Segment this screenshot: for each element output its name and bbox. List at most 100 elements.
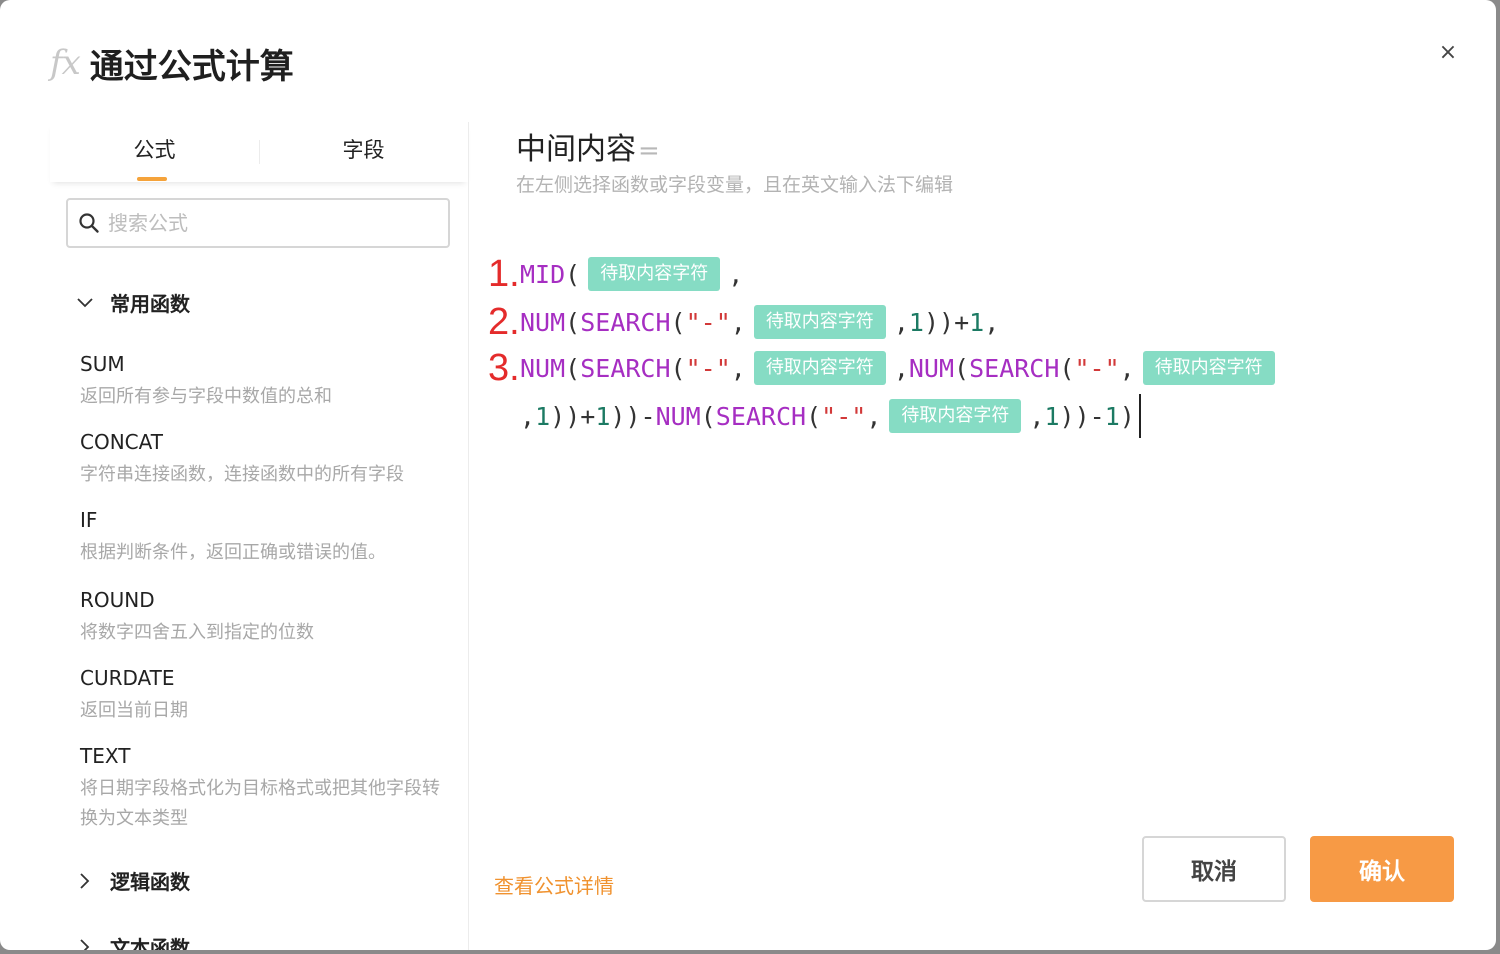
string-token: "-": [685, 307, 731, 337]
function-name: IF: [80, 508, 98, 532]
field-pill[interactable]: 待取内容字符: [889, 399, 1022, 433]
comma-token: ,: [893, 307, 909, 337]
close-button[interactable]: ×: [1434, 38, 1462, 66]
string-token: "-": [821, 401, 867, 431]
comma-token: ,: [984, 307, 1000, 337]
number-token: 1: [908, 307, 924, 337]
paren-token: ): [923, 307, 939, 337]
line-number: 1.: [488, 252, 520, 295]
function-panel: 公式 字段 常用函数 SUM 返回所有参与字段中数值的总和 CONCAT 字符串…: [50, 122, 468, 950]
function-item-concat[interactable]: CONCAT 字符串连接函数，连接函数中的所有字段: [80, 428, 450, 490]
category-common[interactable]: 常用函数: [76, 288, 190, 317]
paren-token: ): [610, 401, 626, 431]
confirm-button[interactable]: 确认: [1310, 836, 1454, 902]
comma-token: ,: [520, 401, 536, 431]
panel-divider: [468, 122, 469, 950]
string-token: "-": [1074, 353, 1120, 383]
function-token: NUM: [520, 353, 566, 383]
field-pill[interactable]: 待取内容字符: [588, 257, 721, 291]
function-description: 将数字四舍五入到指定的位数: [80, 622, 314, 643]
function-item-text[interactable]: TEXT 将日期字段格式化为目标格式或把其他字段转换为文本类型: [80, 742, 450, 834]
function-token: MID: [520, 259, 566, 289]
cancel-button[interactable]: 取消: [1142, 836, 1286, 902]
paren-token: ): [565, 401, 581, 431]
editor-hint: 在左侧选择函数或字段变量，且在英文输入法下编辑: [516, 174, 954, 196]
number-token: 1: [535, 401, 551, 431]
function-description: 根据判断条件，返回正确或错误的值。: [80, 542, 386, 563]
paren-token: (: [700, 401, 716, 431]
comma-token: ,: [893, 353, 909, 383]
chevron-down-icon: [77, 297, 93, 307]
active-tab-indicator: [137, 177, 167, 181]
paren-token: (: [1059, 353, 1075, 383]
paren-token: ): [1119, 401, 1135, 431]
target-field-name: 中间内容: [516, 132, 636, 167]
function-item-if[interactable]: IF 根据判断条件，返回正确或错误的值。: [80, 506, 450, 568]
formula-line: 2. NUM(SEARCH("-", 待取内容字符, 1)) +1,: [488, 300, 999, 344]
field-pill[interactable]: 待取内容字符: [1142, 351, 1275, 385]
dialog-header: fx 通过公式计算: [50, 38, 294, 88]
category-label: 文本函数: [110, 936, 190, 950]
formula-detail-link[interactable]: 查看公式详情: [494, 870, 614, 899]
function-token: NUM: [908, 353, 955, 383]
function-token: SEARCH: [580, 307, 671, 337]
comma-token: ,: [730, 353, 746, 383]
formula-line: 3. NUM(SEARCH("-", 待取内容字符, NUM(SEARCH("-",…: [488, 346, 1283, 390]
function-name: SUM: [80, 352, 125, 376]
close-icon: ×: [1438, 39, 1458, 65]
string-token: "-": [685, 353, 731, 383]
search-box[interactable]: [66, 198, 450, 248]
number-token: 1: [595, 401, 611, 431]
category-label: 常用函数: [110, 292, 190, 316]
paren-token: ): [939, 307, 955, 337]
tab-formula[interactable]: 公式: [50, 122, 259, 182]
formula-line-continuation: , 1)) +1)) - NUM(SEARCH("-", 待取内容字符, 1)) -1): [520, 394, 1141, 438]
number-token: 1: [969, 307, 985, 337]
paren-token: ): [550, 401, 566, 431]
paren-token: ): [1059, 401, 1075, 431]
number-token: 1: [1104, 401, 1120, 431]
operator-token: +: [580, 401, 596, 431]
comma-token: ,: [1119, 353, 1135, 383]
dialog-title: 通过公式计算: [89, 46, 294, 87]
function-name: CONCAT: [80, 430, 163, 454]
chevron-right-icon: [80, 938, 90, 950]
function-description: 返回所有参与字段中数值的总和: [80, 386, 332, 407]
number-token: 1: [1044, 401, 1060, 431]
fx-icon: fx: [50, 43, 81, 83]
formula-line: 1. MID(待取内容字符,: [488, 252, 743, 296]
paren-token: ): [625, 401, 641, 431]
function-description: 返回当前日期: [80, 700, 188, 721]
function-description: 将日期字段格式化为目标格式或把其他字段转换为文本类型: [80, 778, 440, 829]
line-number: 2.: [488, 300, 520, 343]
function-token: NUM: [520, 307, 566, 337]
formula-dialog: fx 通过公式计算 × 公式 字段 常用函数 SUM 返回所有参: [0, 0, 1496, 950]
function-name: ROUND: [80, 588, 155, 612]
search-input[interactable]: [106, 210, 430, 236]
paren-token: (: [954, 353, 970, 383]
category-text[interactable]: 文本函数: [76, 932, 190, 950]
function-token: SEARCH: [969, 353, 1060, 383]
function-item-sum[interactable]: SUM 返回所有参与字段中数值的总和: [80, 350, 450, 412]
function-item-round[interactable]: ROUND 将数字四舍五入到指定的位数: [80, 586, 450, 648]
category-logic[interactable]: 逻辑函数: [76, 866, 190, 895]
function-name: CURDATE: [80, 666, 175, 690]
operator-token: +: [954, 307, 970, 337]
function-token: NUM: [655, 401, 701, 431]
comma-token: ,: [866, 401, 882, 431]
function-token: SEARCH: [715, 401, 807, 431]
operator-token: -: [1089, 401, 1105, 431]
field-pill[interactable]: 待取内容字符: [753, 351, 886, 385]
function-name: TEXT: [80, 744, 131, 768]
panel-tabs: 公式 字段: [50, 122, 468, 182]
function-description: 字符串连接函数，连接函数中的所有字段: [80, 464, 404, 485]
function-token: SEARCH: [580, 353, 671, 383]
paren-token: (: [565, 307, 581, 337]
line-number: 3.: [488, 346, 520, 389]
search-icon: [79, 213, 99, 233]
tab-field[interactable]: 字段: [259, 122, 468, 182]
target-field-title: 中间内容 =: [516, 124, 660, 168]
field-pill[interactable]: 待取内容字符: [753, 305, 886, 339]
category-label: 逻辑函数: [110, 870, 190, 894]
function-item-curdate[interactable]: CURDATE 返回当前日期: [80, 664, 450, 726]
